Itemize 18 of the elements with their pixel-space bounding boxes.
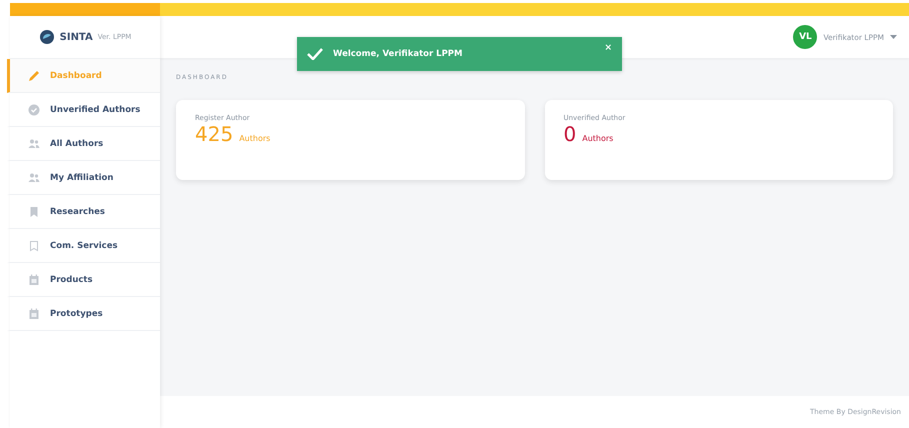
calendar-icon bbox=[28, 308, 40, 320]
toast-message: Welcome, Verifikator LPPM bbox=[333, 49, 464, 59]
logo-icon bbox=[38, 29, 55, 45]
bookmark-icon bbox=[28, 240, 40, 252]
pencil-icon bbox=[28, 70, 40, 82]
user-avatar: VL bbox=[793, 25, 818, 49]
stat-unit: Authors bbox=[239, 134, 270, 143]
check-circle-icon bbox=[28, 104, 40, 116]
people-icon bbox=[28, 172, 40, 184]
caret-icon bbox=[890, 35, 897, 39]
calendar-icon bbox=[28, 274, 40, 286]
check-icon bbox=[307, 48, 323, 60]
brand-name: SINTA bbox=[60, 32, 93, 42]
people-icon bbox=[28, 138, 40, 150]
stat-unit: Authors bbox=[582, 134, 614, 143]
stat-value: 0 bbox=[564, 122, 576, 146]
bookmark-icon bbox=[28, 206, 40, 218]
stat-value: 425 bbox=[195, 122, 234, 146]
